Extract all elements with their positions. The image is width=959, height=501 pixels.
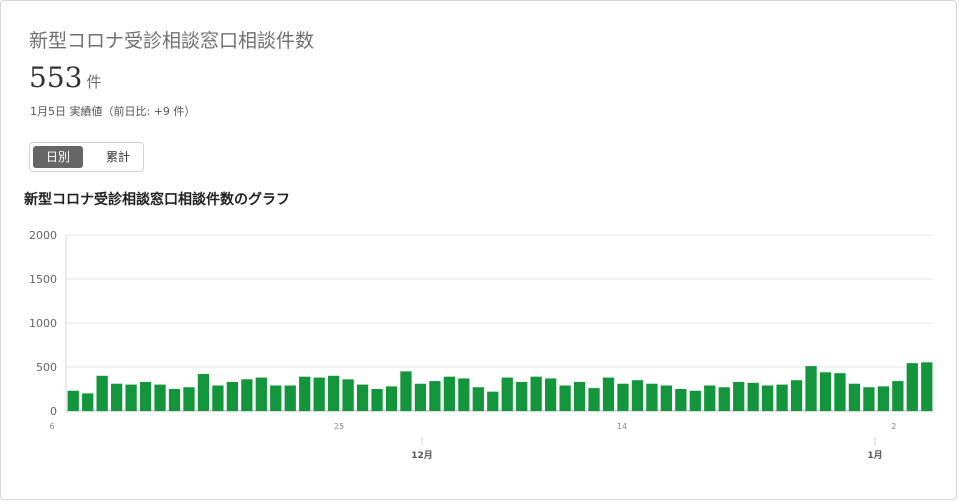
bar — [487, 391, 499, 411]
bar — [414, 383, 427, 411]
bar — [241, 379, 253, 411]
bar — [602, 377, 615, 411]
bar — [776, 384, 788, 411]
y-tick-label: 0 — [50, 405, 57, 418]
bar — [863, 387, 875, 411]
bar — [819, 372, 832, 411]
bar-chart: 0 500 1000 1500 2000 6 25 14 2 12月 1月 — [29, 229, 934, 461]
bars — [67, 362, 933, 411]
bar — [790, 380, 803, 411]
y-axis: 0 500 1000 1500 2000 — [29, 229, 57, 418]
bar — [67, 390, 79, 411]
x-axis: 6 25 14 2 12月 1月 — [49, 422, 896, 461]
bar — [747, 382, 759, 411]
bar — [458, 378, 470, 411]
bar — [516, 381, 528, 411]
bar — [472, 387, 484, 411]
chart-card: 新型コロナ受診相談窓口相談件数 553 件 1月5日 実績値（前日比: +9 件）… — [0, 0, 957, 500]
x-tick-label: 25 — [334, 422, 344, 431]
bar — [284, 385, 296, 411]
bar — [631, 380, 644, 411]
bar — [400, 371, 412, 411]
bar — [733, 381, 745, 411]
x-month-label: 12月 — [411, 450, 433, 461]
bar — [675, 389, 687, 411]
bar — [429, 381, 441, 411]
bar — [197, 374, 210, 411]
x-tick-label: 14 — [617, 422, 627, 431]
bar — [168, 389, 181, 411]
bar — [892, 381, 904, 411]
bar — [921, 362, 933, 411]
bar — [544, 378, 557, 411]
bar — [877, 386, 890, 411]
bar — [530, 376, 542, 411]
bar — [617, 383, 629, 411]
bar — [588, 388, 600, 411]
bar — [255, 377, 267, 411]
bar — [573, 381, 586, 411]
bar — [342, 379, 354, 411]
bar — [646, 383, 658, 411]
bar — [356, 384, 369, 411]
bar — [501, 377, 513, 411]
bar — [270, 385, 282, 411]
grid-lines — [65, 234, 934, 412]
bar — [660, 385, 673, 411]
bar — [848, 383, 861, 411]
bar — [82, 393, 94, 411]
bar — [371, 389, 383, 411]
bar — [154, 384, 166, 411]
x-month-label: 1月 — [867, 450, 882, 461]
bar — [761, 385, 774, 411]
y-tick-label: 1500 — [29, 273, 57, 286]
bar — [718, 387, 730, 411]
bar — [313, 377, 325, 411]
bar — [212, 385, 224, 411]
bar — [125, 384, 137, 411]
bar — [559, 385, 571, 411]
bar — [139, 381, 152, 411]
x-tick-label: 6 — [49, 422, 54, 431]
bar — [183, 387, 195, 411]
x-tick-label: 2 — [891, 422, 896, 431]
bar — [689, 390, 701, 411]
bar — [443, 376, 456, 411]
y-tick-label: 1000 — [29, 317, 57, 330]
bar — [704, 385, 716, 411]
bar — [96, 375, 108, 411]
bar — [385, 386, 398, 411]
bar — [110, 383, 123, 411]
y-tick-label: 500 — [36, 361, 57, 374]
bar — [906, 363, 918, 411]
bar — [805, 366, 817, 411]
bar — [834, 373, 846, 411]
y-tick-label: 2000 — [29, 229, 57, 242]
bar — [226, 381, 239, 411]
bar — [299, 376, 311, 411]
bar — [327, 375, 340, 411]
